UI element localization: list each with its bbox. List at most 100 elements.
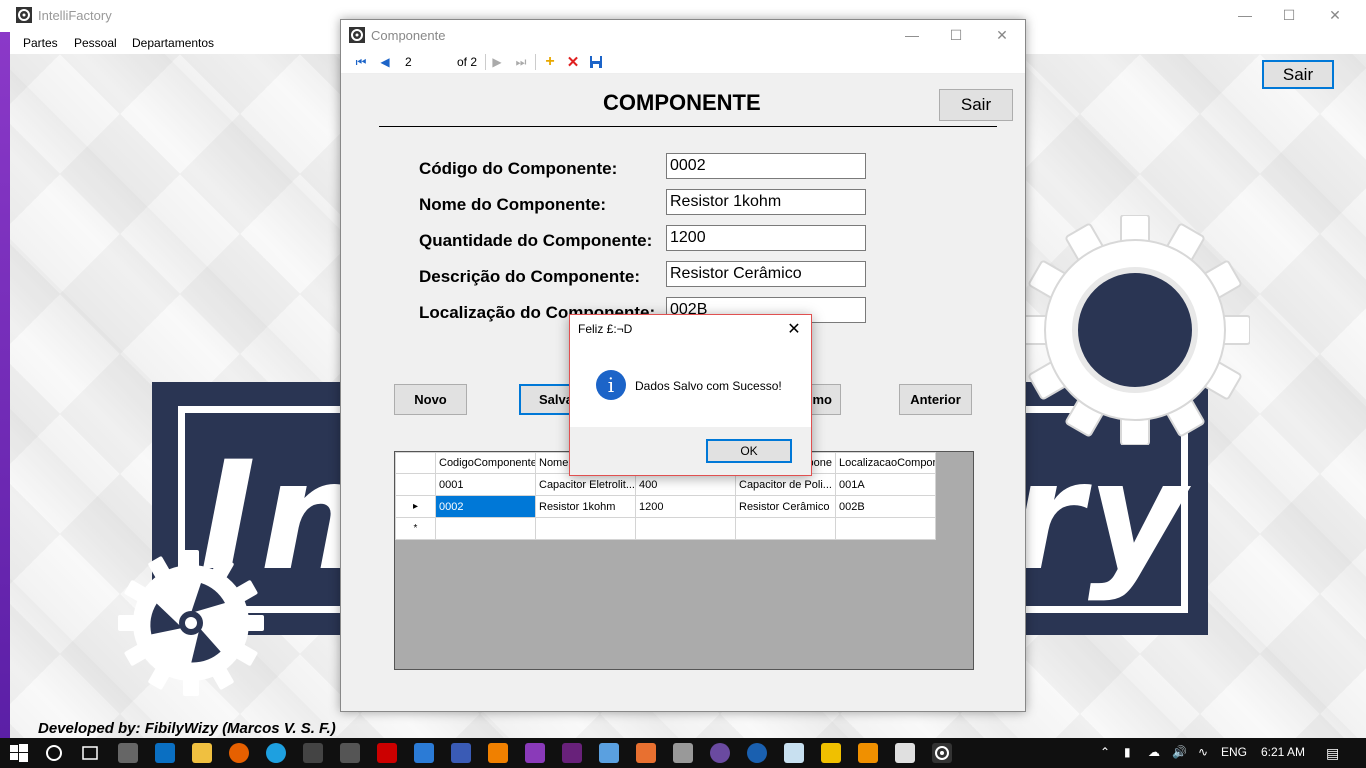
windows-start-icon[interactable]: [9, 743, 29, 763]
app-icon[interactable]: [599, 743, 619, 763]
app-icon[interactable]: [784, 743, 804, 763]
grid-cell-selected[interactable]: 0002: [435, 495, 536, 518]
grid-cell[interactable]: [435, 517, 536, 540]
grid-cell[interactable]: Capacitor de Poli...: [735, 473, 836, 496]
form-close-button[interactable]: ✕: [979, 20, 1025, 50]
desktop-edge: [0, 32, 10, 738]
grid-cell[interactable]: Resistor Cerâmico: [735, 495, 836, 518]
anterior-button[interactable]: Anterior: [899, 384, 972, 415]
grid-cell[interactable]: [735, 517, 836, 540]
ok-button[interactable]: OK: [706, 439, 792, 463]
app-icon[interactable]: [488, 743, 508, 763]
descricao-field[interactable]: [666, 261, 866, 287]
table-row[interactable]: ▸ 0002 Resistor 1kohm 1200 Resistor Cerâ…: [395, 495, 936, 518]
binding-navigator: ⏮ ◀ of 2 ▶ ⏭ + ✕: [341, 50, 1025, 74]
internet-explorer-icon[interactable]: [266, 743, 286, 763]
app-icon[interactable]: [895, 743, 915, 763]
form-maximize-button[interactable]: ☐: [933, 20, 979, 50]
app-icon[interactable]: [858, 743, 878, 763]
visual-studio-icon[interactable]: [525, 743, 545, 763]
chevron-up-icon[interactable]: ⌃: [1100, 745, 1110, 759]
vscode-icon[interactable]: [414, 743, 434, 763]
count-label: of 2: [457, 55, 478, 69]
heading-divider: [379, 126, 997, 127]
network-icon[interactable]: ☁: [1148, 745, 1160, 759]
visual-studio-icon[interactable]: [562, 743, 582, 763]
componentes-grid[interactable]: CodigoComponente Nome ompone Localizacao…: [394, 451, 974, 670]
grid-cell[interactable]: 002B: [835, 495, 936, 518]
volume-icon[interactable]: 🔊: [1172, 745, 1187, 759]
move-previous-icon[interactable]: ◀: [377, 54, 393, 70]
add-new-icon[interactable]: +: [542, 53, 558, 70]
main-exit-button[interactable]: Sair: [1262, 60, 1334, 89]
main-window-title: IntelliFactory: [38, 8, 112, 23]
grid-cell[interactable]: [635, 517, 736, 540]
grid-corner[interactable]: [395, 452, 436, 474]
app-icon[interactable]: [303, 743, 323, 763]
app-icon[interactable]: [451, 743, 471, 763]
save-icon[interactable]: [588, 54, 604, 70]
grid-cell[interactable]: [535, 517, 636, 540]
grid-cell[interactable]: 400: [635, 473, 736, 496]
codigo-label: Código do Componente:: [419, 159, 618, 178]
nome-field[interactable]: [666, 189, 866, 215]
developer-credit: Developed by: FibilyWizy (Marcos V. S. F…: [38, 720, 336, 737]
new-row[interactable]: *: [395, 517, 936, 540]
language-indicator[interactable]: ENG: [1221, 745, 1247, 759]
grid-cell[interactable]: 1200: [635, 495, 736, 518]
quantidade-field[interactable]: [666, 225, 866, 251]
file-explorer-icon[interactable]: [192, 743, 212, 763]
minimize-button[interactable]: —: [1222, 0, 1268, 30]
task-view-icon[interactable]: [80, 743, 100, 763]
grid-cell[interactable]: [835, 517, 936, 540]
close-button[interactable]: ✕: [1312, 0, 1358, 30]
novo-button[interactable]: Novo: [394, 384, 467, 415]
menu-departamentos[interactable]: Departamentos: [132, 36, 214, 50]
acrobat-icon[interactable]: [377, 743, 397, 763]
grid-cell[interactable]: 001A: [835, 473, 936, 496]
codigo-field[interactable]: [666, 153, 866, 179]
move-next-icon[interactable]: ▶: [489, 54, 505, 70]
intellifactory-taskbar-icon[interactable]: [932, 743, 952, 763]
app-icon[interactable]: [340, 743, 360, 763]
store-icon[interactable]: [118, 743, 138, 763]
grid-cell[interactable]: Resistor 1kohm: [535, 495, 636, 518]
app-icon[interactable]: [747, 743, 767, 763]
message-text: Dados Salvo com Sucesso!: [635, 379, 782, 393]
app-icon[interactable]: [821, 743, 841, 763]
maximize-button[interactable]: ☐: [1266, 0, 1312, 30]
action-center-icon[interactable]: ▤: [1326, 745, 1339, 762]
separator: [535, 54, 536, 70]
menu-partes[interactable]: Partes: [23, 36, 58, 50]
firefox-icon[interactable]: [229, 743, 249, 763]
app-icon[interactable]: [636, 743, 656, 763]
grid-cell[interactable]: Capacitor Eletrolit...: [535, 473, 636, 496]
current-row-marker[interactable]: ▸: [395, 495, 436, 518]
delete-icon[interactable]: ✕: [565, 54, 581, 71]
wifi-icon[interactable]: ∿: [1198, 745, 1208, 759]
move-first-icon[interactable]: ⏮: [353, 54, 369, 70]
form-heading: COMPONENTE: [603, 90, 761, 115]
descricao-label: Descrição do Componente:: [419, 267, 641, 286]
app-icon[interactable]: [710, 743, 730, 763]
form-exit-button[interactable]: Sair: [939, 89, 1013, 121]
position-input[interactable]: [403, 53, 449, 71]
clock[interactable]: 6:21 AM: [1261, 745, 1305, 759]
separator: [485, 54, 486, 70]
search-icon[interactable]: [44, 743, 64, 763]
message-close-icon[interactable]: ✕: [783, 318, 805, 340]
move-last-icon[interactable]: ⏭: [513, 54, 529, 70]
battery-icon[interactable]: ▮: [1124, 745, 1131, 759]
table-row[interactable]: 0001 Capacitor Eletrolit... 400 Capacito…: [395, 473, 936, 496]
row-header[interactable]: [395, 473, 436, 496]
column-header[interactable]: CodigoComponente: [435, 452, 536, 474]
column-header[interactable]: LocalizacaoCompor: [835, 452, 936, 474]
app-icon[interactable]: [673, 743, 693, 763]
menu-pessoal[interactable]: Pessoal: [74, 36, 117, 50]
form-minimize-button[interactable]: —: [889, 20, 935, 50]
edge-icon[interactable]: [155, 743, 175, 763]
gear-large-icon: [1020, 215, 1250, 445]
app-gear-icon: [16, 7, 32, 23]
grid-cell[interactable]: 0001: [435, 473, 536, 496]
new-row-marker[interactable]: *: [395, 517, 436, 540]
